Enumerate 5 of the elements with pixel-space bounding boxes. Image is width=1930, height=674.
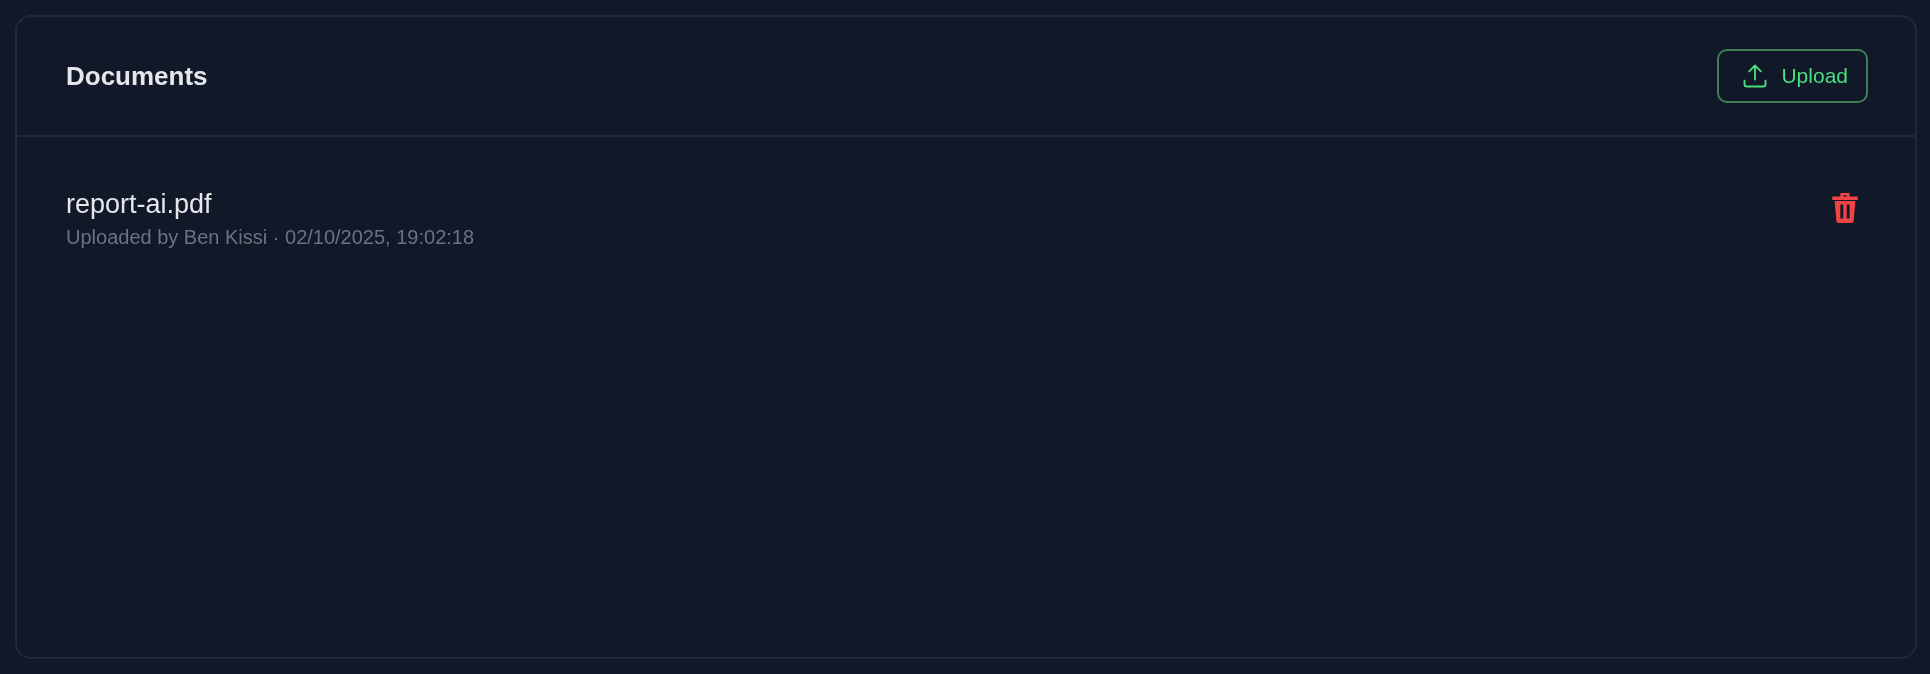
upload-button[interactable]: Upload: [1717, 49, 1868, 103]
file-name: report-ai.pdf: [66, 189, 213, 220]
upload-info: Uploaded by Ben Kissi · 02/10/2025, 19:02:18: [66, 226, 475, 249]
panel-title: Documents: [66, 60, 208, 92]
trash-icon: [1832, 193, 1858, 223]
